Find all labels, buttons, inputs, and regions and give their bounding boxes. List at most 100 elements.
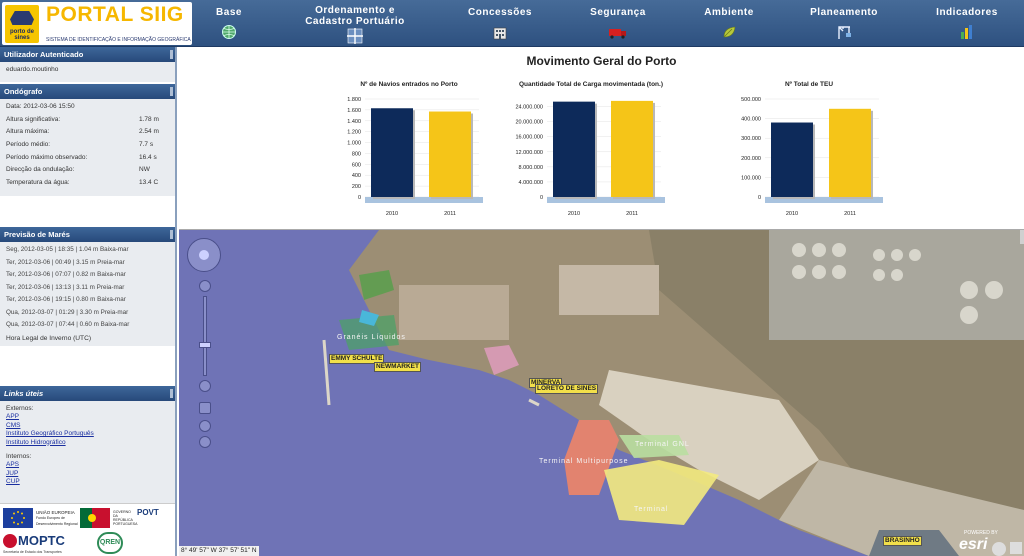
panel-header-utilizador[interactable]: Utilizador Autenticado [0,47,175,62]
chart-carga-svg: 0 4.000.000 8.000.000 12.000.000 16.000.000 2… [515,100,665,217]
mares-panel: Seg, 2012-03-05 | 18:35 | 1.04 m Baixa-m… [0,242,175,346]
link-igp[interactable]: Instituto Geográfico Português [6,430,169,439]
portal-logo[interactable]: porto de sines PORTAL SIIG SISTEMA DE ID… [2,2,192,45]
grid-crosshair-icon [347,28,363,44]
y-tick-label: 4.000.000 [519,180,543,186]
x-tick-label: 2010 [386,211,398,217]
povt-logo: POVT [137,508,159,517]
zoom-slider-handle[interactable] [199,342,211,348]
externos-label: Externos: [6,405,34,412]
tide-row: Ter, 2012-03-06 | 07:07 | 0.82 m Baixa-m… [6,271,126,278]
bar [371,108,413,197]
map-view[interactable]: EMMY SCHULTE NEWMARKET MINERVA LORETO DE… [179,230,1024,556]
panel-header-mares[interactable]: Previsão de Marés [0,227,175,242]
vessel-label[interactable]: BRASINHO [883,536,922,546]
porto-de-sines-logo-icon: porto de sines [5,5,39,43]
ondografo-row: Altura significativa: 1.78 m [6,115,159,123]
chart-carga: Quantidade Total de Carga movimentada (t… [511,77,671,227]
map-widget-icon[interactable] [992,542,1006,556]
chart-navios-svg: 0 200 400 600 800 1.000 1.200 1.400 1.600 1.800 20… [347,97,483,217]
y-tick-label: 16.000.000 [515,135,543,141]
ondografo-row: Período máximo observado: 16.4 s [6,153,157,161]
panel-spacer [0,196,175,227]
leaf-icon [723,26,736,38]
x-tick-label: 2011 [844,211,856,217]
nav-seguranca[interactable]: Segurança [580,0,656,46]
y-tick-label: 0 [358,195,361,201]
internos-label: Internos: [6,453,32,460]
qren-logo: QREN [97,532,123,554]
ondografo-row: Data: 2012-03-06 15:50 [6,103,75,110]
link-cms[interactable]: CMS [6,422,169,431]
zoom-out-button[interactable] [199,380,211,392]
y-tick-label: 200.000 [741,156,761,162]
x-tick-label: 2011 [444,211,456,217]
y-tick-label: 300.000 [741,136,761,142]
nav-base[interactable]: Base [208,0,250,46]
moptc-emblem-icon [3,534,17,548]
pan-control[interactable] [187,238,221,272]
tide-footer: Hora Legal de Inverno (UTC) [6,334,92,342]
bar-chart-icon [961,25,972,39]
link-aps[interactable]: APS [6,461,169,470]
map-widget-icon[interactable] [1010,542,1022,554]
bar [611,100,653,197]
nav-label: Planeamento [810,7,878,18]
portugal-flag-icon [80,508,110,528]
bar [553,101,595,197]
ondografo-row: Altura máxima: 2.54 m [6,128,159,136]
panel-header-links[interactable]: Links úteis [0,386,175,401]
panel-spacer [0,346,175,386]
bar [829,108,871,197]
pan-hand-icon[interactable] [199,402,211,414]
y-tick-label: 12.000.000 [515,150,543,156]
nav-label: Ambiente [704,7,754,18]
previous-extent-button[interactable] [199,420,211,432]
zoom-in-button[interactable] [199,280,211,292]
y-tick-label: 600 [352,162,361,168]
y-tick-label: 1.400 [347,119,361,125]
nav-ambiente[interactable]: Ambiente [694,0,764,46]
moptc-sub: Secretaria de Estado dos Transportes [3,550,62,554]
y-tick-label: 800 [352,151,361,157]
zoom-slider[interactable] [203,296,207,376]
tide-row: Ter, 2012-03-06 | 19:15 | 0.80 m Baixa-m… [6,296,126,303]
map-scroll-handle[interactable] [1020,230,1024,244]
y-tick-label: 20.000.000 [515,120,543,126]
nav-label: Segurança [590,7,646,18]
area-label-gnl: Terminal GNL [635,441,690,448]
globe-icon [199,250,209,260]
link-cup[interactable]: CUP [6,478,169,487]
nav-indicadores[interactable]: Indicadores [926,0,1008,46]
ondografo-row: Temperatura da água: 13.4 C [6,179,159,187]
tide-row: Ter, 2012-03-06 | 13:13 | 3.11 m Preia-m… [6,283,125,291]
nav-planeamento[interactable]: Planeamento [798,0,890,46]
nav-concessoes[interactable]: Concessões [460,0,540,46]
link-app[interactable]: APP [6,413,169,422]
area-label-terminal: Terminal [634,506,669,513]
y-tick-label: 1.200 [347,130,361,136]
moptc-logo: MOPTC [18,533,65,548]
links-panel: Externos: APP CMS Instituto Geográfico P… [0,401,175,518]
portal-title: PORTAL SIIG [46,3,184,26]
bar [429,111,471,197]
eu-flag-icon [3,508,33,528]
link-jup[interactable]: JUP [6,470,169,479]
panel-header-ondografo[interactable]: Ondógrafo [0,84,175,99]
y-tick-label: 100.000 [741,175,761,181]
nav-label: Concessões [468,7,532,18]
y-tick-label: 1.000 [347,141,361,147]
next-extent-button[interactable] [199,436,211,448]
x-tick-label: 2011 [626,211,638,217]
vessel-label[interactable]: NEWMARKET [374,362,421,372]
vessel-label[interactable]: LORETO DE SINES [535,384,599,394]
charts-title: Movimento Geral do Porto [526,54,677,68]
ondografo-panel: Data: 2012-03-06 15:50 Altura significat… [0,99,175,196]
map-basemap [322,230,1024,556]
nav-ordenamento-cadastro[interactable]: Ordenamento e Cadastro Portuário [296,0,414,46]
x-tick-label: 2010 [568,211,580,217]
area-label-multipurpose: Terminal Multipurpose [539,458,629,465]
portal-subtitle: SISTEMA DE IDENTIFICAÇÃO E INFORMAÇÃO GE… [46,37,191,43]
tide-row: Ter, 2012-03-06 | 00:49 | 3.15 m Preia-m… [6,258,125,266]
link-ih[interactable]: Instituto Hidrográfico [6,439,169,448]
